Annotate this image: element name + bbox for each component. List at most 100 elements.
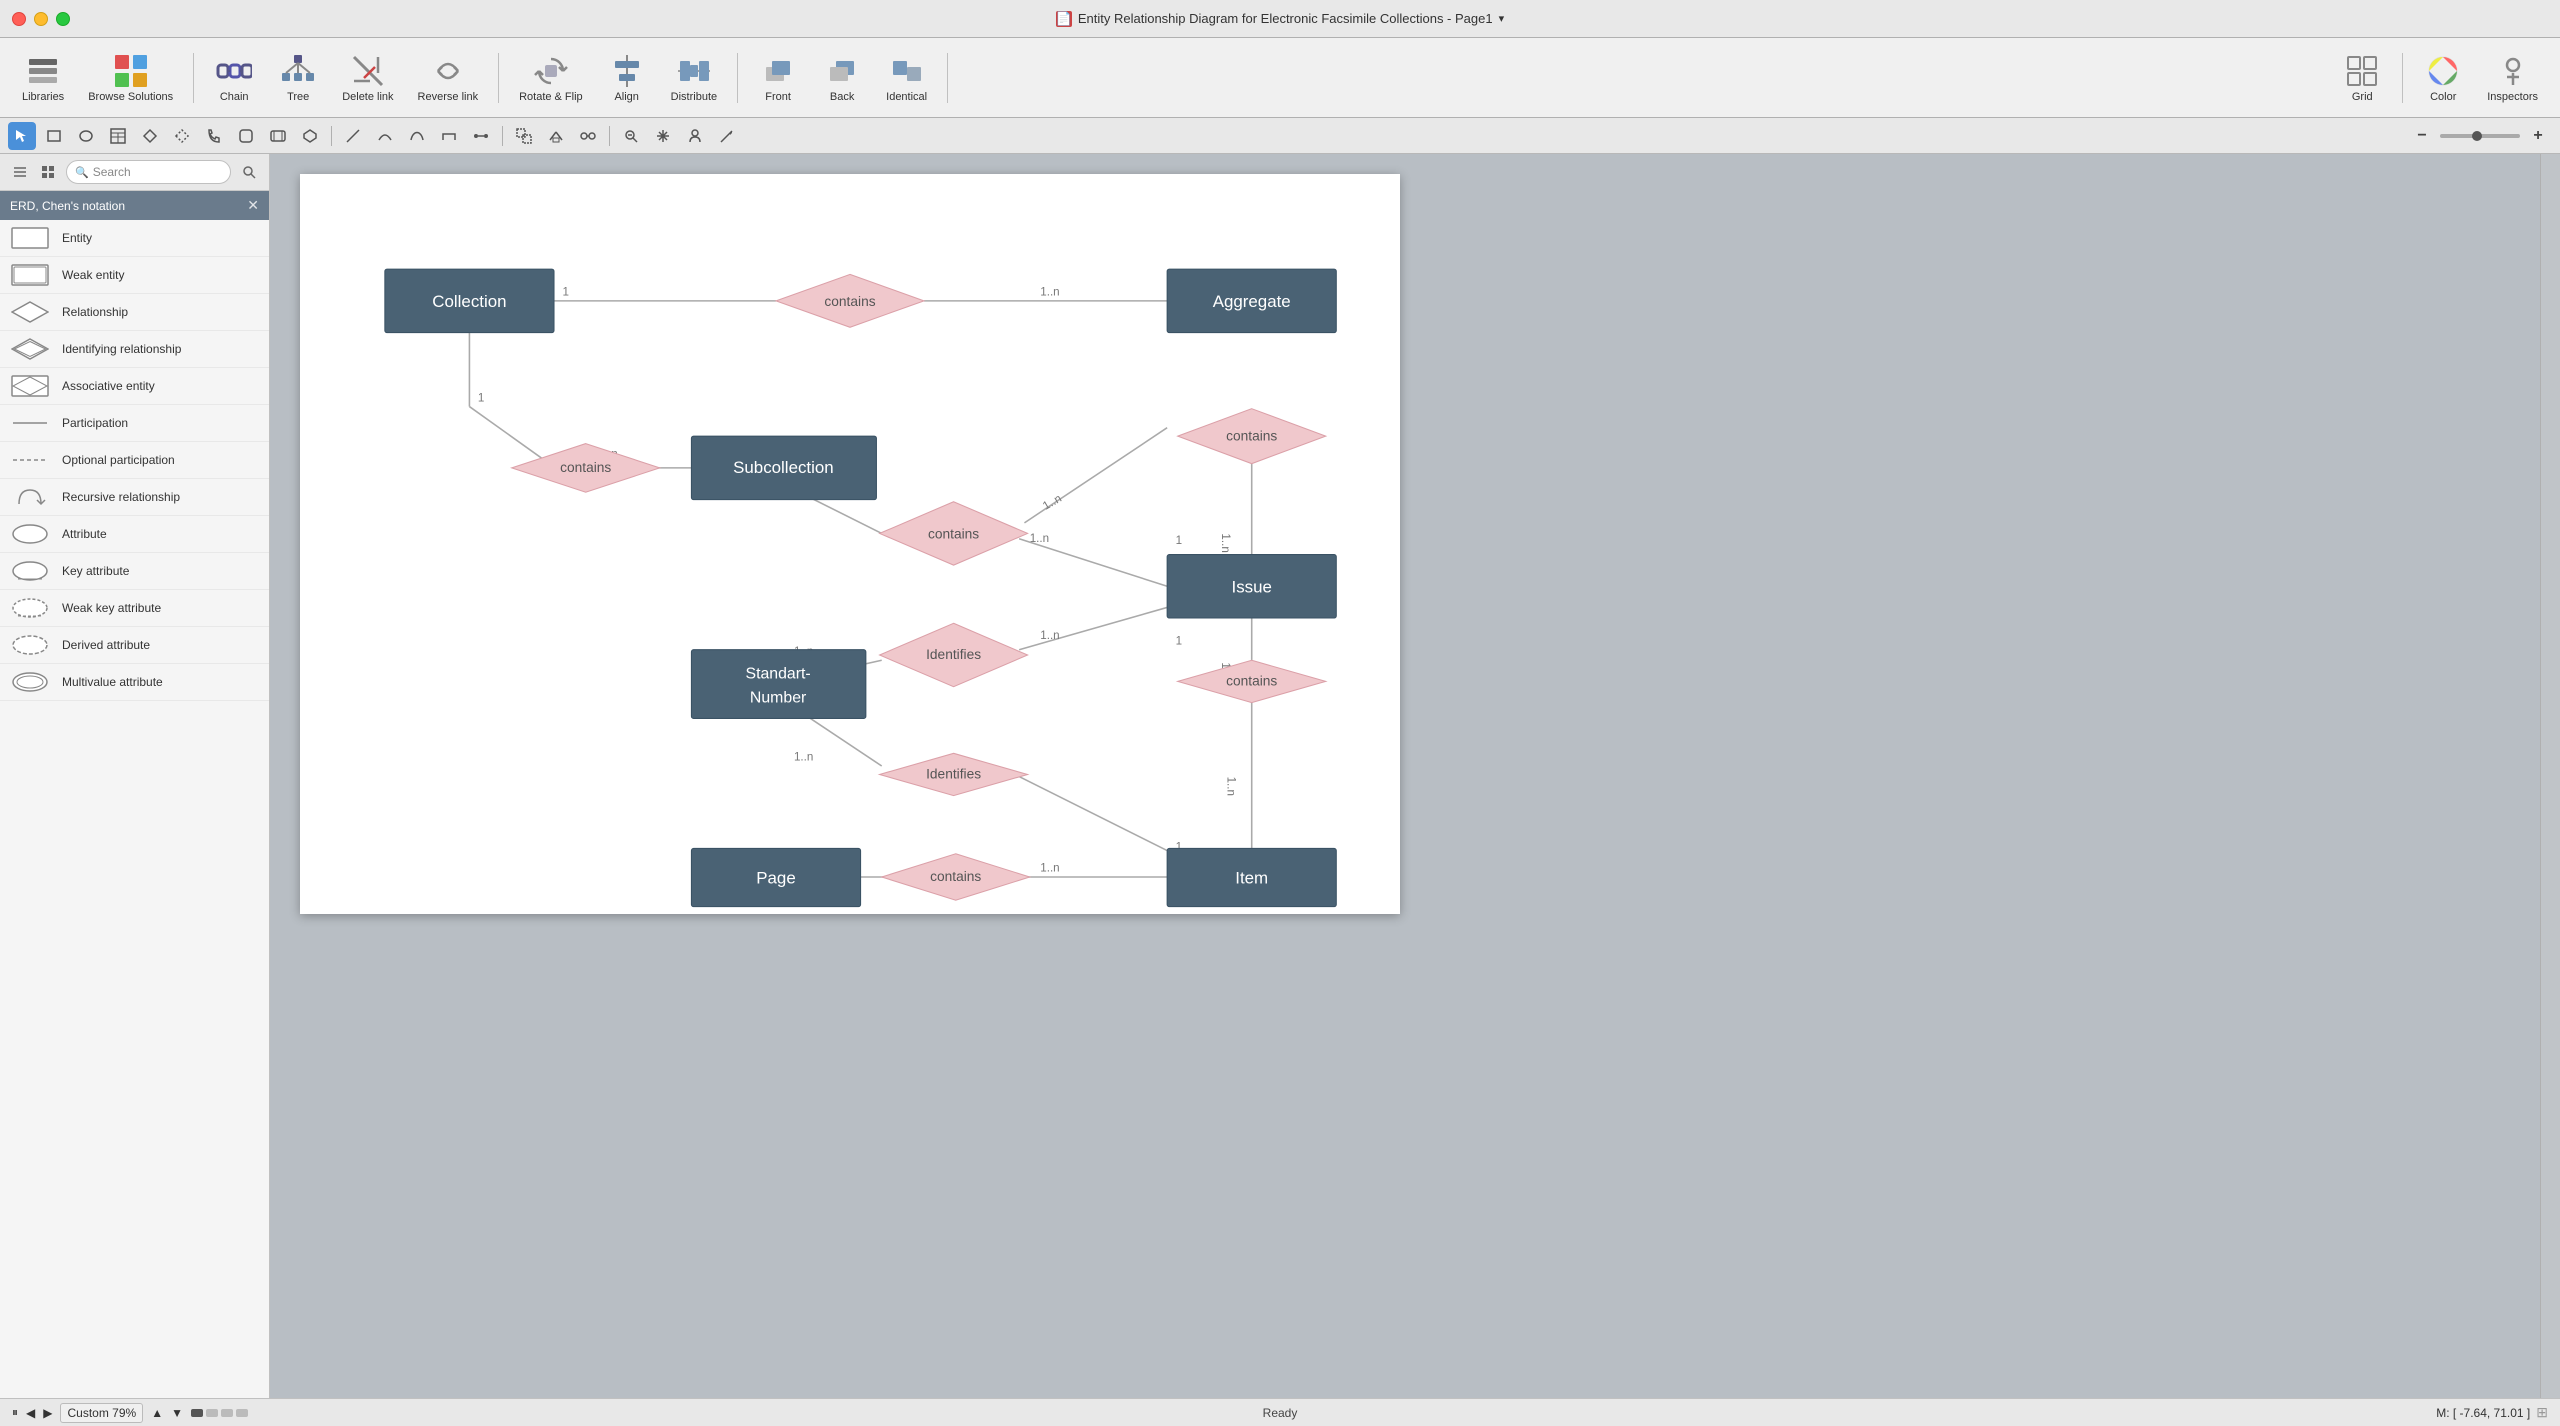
inspectors-button[interactable]: Inspectors — [2477, 49, 2548, 107]
sidebar-item-participation[interactable]: Participation — [0, 405, 269, 442]
bezier-tool[interactable] — [403, 122, 431, 150]
zoom-thumb — [2472, 131, 2482, 141]
category-close[interactable]: ✕ — [247, 197, 259, 214]
front-button[interactable]: Front — [748, 49, 808, 107]
drawing-toolbar: − + — [0, 118, 2560, 154]
align-button[interactable]: Align — [597, 49, 657, 107]
contains3-label: contains — [928, 527, 979, 542]
libraries-icon — [25, 53, 61, 89]
statusbar: ⏸ ◀ ▶ Custom 79% ▲ ▼ Ready M: [ -7.64, 7… — [0, 1398, 2560, 1426]
sidebar-item-relationship[interactable]: Relationship — [0, 294, 269, 331]
table-tool[interactable] — [104, 122, 132, 150]
distribute-icon — [676, 53, 712, 89]
rotate-flip-button[interactable]: Rotate & Flip — [509, 49, 593, 107]
sidebar-item-weak-entity[interactable]: Weak entity — [0, 257, 269, 294]
identical-button[interactable]: Identical — [876, 49, 937, 107]
sidebar-item-recursive-relationship[interactable]: Recursive relationship — [0, 479, 269, 516]
zoom-slider[interactable] — [2440, 134, 2520, 138]
grid-button[interactable]: Grid — [2332, 49, 2392, 107]
browse-solutions-button[interactable]: Browse Solutions — [78, 49, 183, 107]
cut-tool[interactable] — [542, 122, 570, 150]
reverse-link-icon — [430, 53, 466, 89]
delete-link-label: Delete link — [342, 91, 393, 103]
zoom-out-btn[interactable]: − — [2408, 122, 2436, 150]
canvas-area[interactable]: 1 1..n 1 1..n 1..n 1..n 1..n 1 1 1..n 1.… — [270, 154, 2540, 1398]
sidebar-item-attribute[interactable]: Attribute — [0, 516, 269, 553]
rect-tool[interactable] — [40, 122, 68, 150]
shape-tool2[interactable] — [168, 122, 196, 150]
sidebar-item-associative-entity[interactable]: Associative entity — [0, 368, 269, 405]
identifies2-label: Identifies — [926, 767, 981, 782]
color-icon — [2425, 53, 2461, 89]
sidebar-item-multivalue-attribute[interactable]: Multivalue attribute — [0, 664, 269, 701]
search-btn[interactable] — [237, 160, 261, 184]
list-view-icon[interactable] — [8, 160, 32, 184]
sidebar: 🔍 Search ERD, Chen's notation ✕ Entity — [0, 154, 270, 1398]
sidebar-item-key-attribute[interactable]: Key attribute — [0, 553, 269, 590]
pencil-tool[interactable] — [713, 122, 741, 150]
person-tool[interactable] — [681, 122, 709, 150]
minimize-button[interactable] — [34, 12, 48, 26]
sidebar-item-weak-key-attribute[interactable]: Weak key attribute — [0, 590, 269, 627]
sep2 — [498, 53, 499, 103]
zoom-up-icon[interactable]: ▲ — [151, 1406, 163, 1420]
pause-button[interactable]: ⏸ — [12, 1405, 18, 1420]
page-dot-4[interactable] — [236, 1409, 248, 1417]
shape-tool3[interactable] — [232, 122, 260, 150]
pan-tool[interactable] — [649, 122, 677, 150]
svg-text:1: 1 — [478, 391, 484, 404]
zoom-down-icon[interactable]: ▼ — [171, 1406, 183, 1420]
reverse-link-button[interactable]: Reverse link — [408, 49, 489, 107]
sidebar-item-optional-participation[interactable]: Optional participation — [0, 442, 269, 479]
back-button[interactable]: Back — [812, 49, 872, 107]
page-label: Page — [756, 868, 795, 887]
svg-text:1: 1 — [562, 286, 568, 299]
group-select-tool[interactable] — [510, 122, 538, 150]
grid-icon — [2344, 53, 2380, 89]
search-input[interactable]: 🔍 Search — [66, 160, 231, 184]
traffic-lights — [12, 12, 70, 26]
distribute-button[interactable]: Distribute — [661, 49, 727, 107]
page-dot-3[interactable] — [221, 1409, 233, 1417]
multivalue-attribute-label: Multivalue attribute — [62, 675, 163, 689]
svg-text:1..n: 1..n — [1040, 629, 1059, 642]
color-button[interactable]: Color — [2413, 49, 2473, 107]
dropdown-arrow[interactable]: ▾ — [1499, 12, 1505, 25]
zoom-out-tool[interactable] — [617, 122, 645, 150]
chain-button[interactable]: Chain — [204, 49, 264, 107]
svg-text:1: 1 — [1176, 534, 1182, 547]
phone-tool[interactable] — [200, 122, 228, 150]
zoom-select[interactable]: Custom 79% — [60, 1403, 143, 1423]
line-tool[interactable] — [339, 122, 367, 150]
participation-shape-icon — [10, 411, 50, 435]
search-placeholder: Search — [93, 165, 131, 179]
curve-tool[interactable] — [371, 122, 399, 150]
diagram-canvas[interactable]: 1 1..n 1 1..n 1..n 1..n 1..n 1 1 1..n 1.… — [300, 174, 1400, 914]
shape-tool4[interactable] — [264, 122, 292, 150]
browse-label: Browse Solutions — [88, 91, 173, 103]
delete-link-button[interactable]: Delete link — [332, 49, 403, 107]
next-page-button[interactable]: ▶ — [43, 1406, 52, 1420]
sidebar-item-entity[interactable]: Entity — [0, 220, 269, 257]
tree-button[interactable]: Tree — [268, 49, 328, 107]
sidebar-item-derived-attribute[interactable]: Derived attribute — [0, 627, 269, 664]
maximize-button[interactable] — [56, 12, 70, 26]
zoom-in-btn[interactable]: + — [2524, 122, 2552, 150]
page-dot-1[interactable] — [191, 1409, 203, 1417]
tool-sep1 — [331, 126, 332, 146]
shape-tool1[interactable] — [136, 122, 164, 150]
sidebar-item-identifying-relationship[interactable]: Identifying relationship — [0, 331, 269, 368]
shape-tool5[interactable] — [296, 122, 324, 150]
grid-view-icon[interactable] — [36, 160, 60, 184]
circle-tool[interactable] — [72, 122, 100, 150]
close-button[interactable] — [12, 12, 26, 26]
connect-tool[interactable] — [574, 122, 602, 150]
ortho-tool[interactable] — [435, 122, 463, 150]
select-tool[interactable] — [8, 122, 36, 150]
connector-tool[interactable] — [467, 122, 495, 150]
rotate-flip-icon — [533, 53, 569, 89]
optional-participation-label: Optional participation — [62, 453, 175, 467]
prev-page-button[interactable]: ◀ — [26, 1406, 35, 1420]
libraries-button[interactable]: Libraries — [12, 49, 74, 107]
page-dot-2[interactable] — [206, 1409, 218, 1417]
